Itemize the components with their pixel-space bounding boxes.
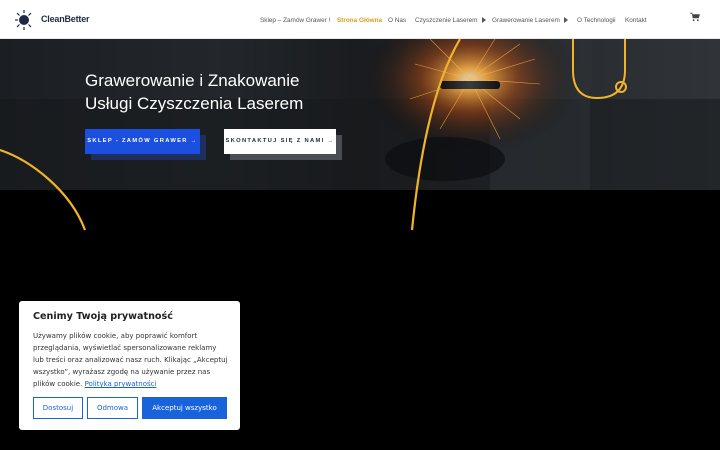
nav-item-o-nas[interactable]: O Nas [388,17,406,24]
hero-section: Grawerowanie i Znakowanie Usługi Czyszcz… [0,39,720,190]
nav-label: Czyszczenie Laserem [415,17,478,24]
nav-item-o-technologii[interactable]: O Technologii [577,17,616,24]
nav-item-czyszczenie[interactable]: Czyszczenie Laserem [415,17,486,24]
shop-button[interactable]: SKLEP - ZAMÓW GRAWER → [85,129,200,154]
hero-title: Grawerowanie i Znakowanie Usługi Czyszcz… [85,69,303,115]
nav-item-grawerowanie[interactable]: Grawerowanie Laserem [492,17,568,24]
main-nav: Sklep – Zamów Grawer ! Strona Główna O N… [0,17,720,29]
customize-button[interactable]: Dostosuj [33,397,83,419]
cookie-text: Używamy plików cookie, aby poprawić komf… [33,330,229,390]
caret-right-icon [563,17,568,23]
cookie-consent-dialog: Cenimy Twoją prywatność Używamy plików c… [19,301,240,430]
nav-label: Grawerowanie Laserem [492,17,560,24]
nav-label: O Technologii [577,17,616,24]
reject-button[interactable]: Odmowa [87,397,138,419]
nav-label: Strona Główna [337,17,383,24]
nav-item-kontakt[interactable]: Kontakt [625,17,647,24]
accept-all-button[interactable]: Akceptuj wszystko [142,397,227,419]
contact-button[interactable]: SKONTAKTUJ SIĘ Z NAMI → [224,129,336,154]
nav-label: Sklep – Zamów Grawer ! [260,17,331,24]
nav-label: Kontakt [625,17,647,24]
hero-title-line1: Grawerowanie i Znakowanie [85,71,300,90]
cart-icon[interactable] [690,12,700,22]
nav-item-sklep[interactable]: Sklep – Zamów Grawer ! [260,17,330,24]
cookie-title: Cenimy Twoją prywatność [33,311,173,322]
site-header: CleanBetter Sklep – Zamów Grawer ! Stron… [0,0,720,39]
hero-title-line2: Usługi Czyszczenia Laserem [85,94,304,113]
privacy-policy-link[interactable]: Polityka prywatności [85,380,157,388]
caret-right-icon [481,17,486,23]
nav-label: O Nas [388,17,407,24]
nav-item-home[interactable]: Strona Główna [337,17,382,24]
